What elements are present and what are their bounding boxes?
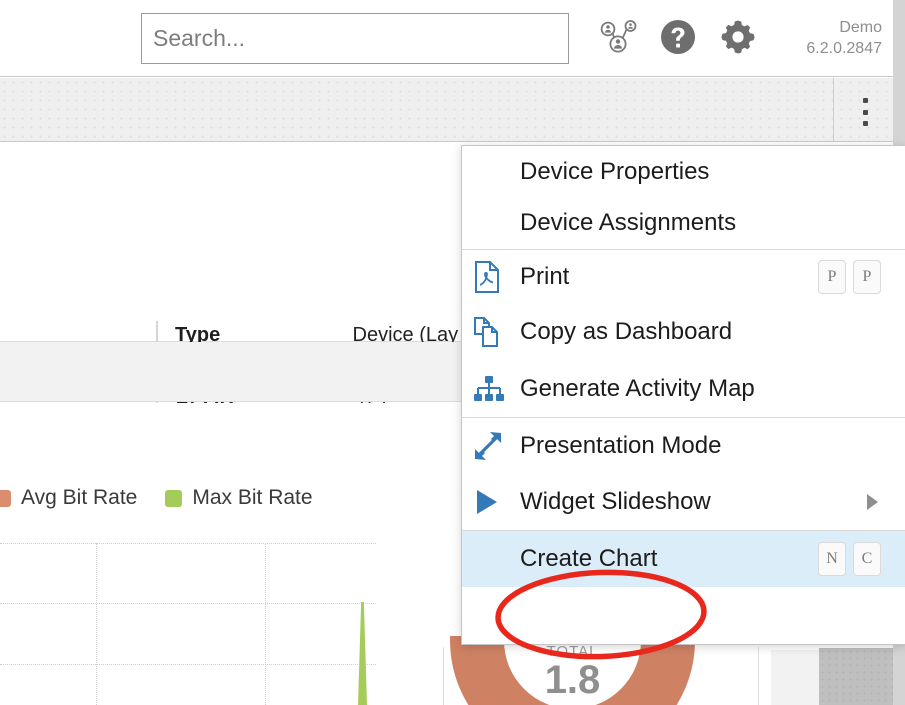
menu-item-label: Device Properties <box>520 157 710 185</box>
chart-plot-area <box>0 543 376 705</box>
menu-item-label: Print <box>520 263 570 290</box>
search-input[interactable] <box>142 24 568 53</box>
menu-item-label: Create Chart <box>520 545 658 572</box>
account-version-block: Demo 6.2.0.2847 <box>770 17 882 59</box>
bar-max-bit-rate <box>358 602 367 705</box>
chevron-right-icon <box>867 494 878 510</box>
shortcut-key: P <box>818 260 846 294</box>
menu-section-presentation: Presentation Mode Widget Slideshow <box>462 417 905 530</box>
menu-item-print[interactable]: Print P P <box>462 250 905 304</box>
menu-section-create: Create Chart N C <box>462 530 905 587</box>
menu-item-label: Device Assignments <box>520 209 737 236</box>
gridline-horizontal <box>0 543 376 544</box>
toolbar-divider <box>833 78 834 141</box>
chart-legend: Avg Bit Rate Max Bit Rate <box>0 485 341 511</box>
kebab-dot <box>862 121 868 126</box>
gridline-horizontal <box>0 603 376 604</box>
shortcut-keys-create-chart: N C <box>818 542 881 576</box>
app-window: Demo 6.2.0.2847 Type Device (Lay Analysi… <box>0 0 905 705</box>
menu-item-copy-as-dashboard[interactable]: Copy as Dashboard <box>462 304 905 360</box>
shortcut-key: P <box>853 260 881 294</box>
menu-item-widget-slideshow[interactable]: Widget Slideshow <box>462 474 905 530</box>
copy-icon <box>474 317 520 347</box>
shortcut-key: N <box>818 542 846 576</box>
legend-swatch-avg <box>0 489 11 507</box>
account-name: Demo <box>839 19 882 36</box>
dashboard-toolbar <box>0 78 893 142</box>
search-box[interactable] <box>141 13 569 64</box>
menu-item-device-assignments[interactable]: Device Assignments <box>462 197 905 249</box>
bottom-widget-divider <box>758 647 759 705</box>
menu-item-presentation-mode[interactable]: Presentation Mode <box>462 418 905 474</box>
legend-label-max: Max Bit Rate <box>192 486 313 509</box>
gridline-vertical <box>96 543 97 705</box>
menu-item-create-chart[interactable]: Create Chart N C <box>462 531 905 587</box>
legend-swatch-max <box>165 489 183 507</box>
sitemap-icon <box>474 375 520 402</box>
play-icon <box>474 488 520 516</box>
kebab-dot <box>862 98 868 103</box>
dashboard-context-menu: Device Properties Device Assignments Pri… <box>461 145 905 645</box>
menu-item-generate-activity-map[interactable]: Generate Activity Map <box>462 360 905 417</box>
gridline-vertical <box>265 543 266 705</box>
shortcut-keys-print: P P <box>818 260 881 294</box>
menu-section-device: Device Properties Device Assignments <box>462 146 905 249</box>
menu-item-label: Copy as Dashboard <box>520 318 733 345</box>
menu-item-label: Generate Activity Map <box>520 374 755 402</box>
shortcut-key: C <box>853 542 881 576</box>
app-version: 6.2.0.2847 <box>806 40 882 57</box>
users-icon[interactable] <box>596 14 642 60</box>
legend-item-avg-bit-rate[interactable]: Avg Bit Rate <box>0 486 137 510</box>
menu-item-label: Widget Slideshow <box>520 488 711 515</box>
menu-section-export: Print P P Copy as Dashboard Generate Act… <box>462 249 905 417</box>
gridline-horizontal <box>0 664 376 665</box>
kebab-dot <box>862 109 868 115</box>
global-header: Demo 6.2.0.2847 <box>0 0 893 77</box>
overflow-menu-button[interactable] <box>857 98 873 126</box>
menu-item-label: Presentation Mode <box>520 432 722 459</box>
expand-arrows-icon <box>474 432 520 460</box>
legend-label-avg: Avg Bit Rate <box>21 486 138 509</box>
menu-item-device-properties[interactable]: Device Properties <box>462 146 905 197</box>
bottom-right-panel <box>819 648 893 705</box>
gear-icon[interactable] <box>715 14 761 60</box>
help-icon[interactable] <box>655 14 701 60</box>
legend-item-max-bit-rate[interactable]: Max Bit Rate <box>165 486 313 510</box>
pdf-file-icon <box>474 261 520 293</box>
